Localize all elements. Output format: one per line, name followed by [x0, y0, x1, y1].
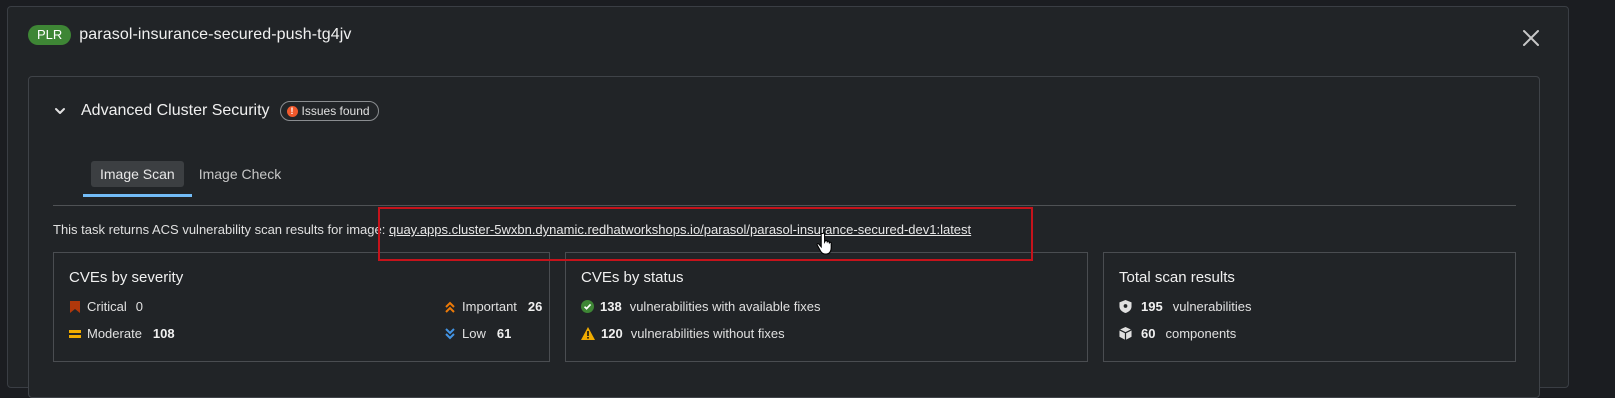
critical-value: 0 — [135, 299, 143, 314]
totals-title: Total scan results — [1119, 269, 1235, 286]
important-value: 26 — [527, 299, 543, 314]
low-label: Low — [462, 326, 486, 341]
highlight-annotation — [378, 207, 1033, 261]
section-header: Advanced Cluster Security ! Issues found — [53, 101, 379, 121]
severity-title: CVEs by severity — [69, 269, 184, 286]
components-label: components — [1165, 326, 1237, 341]
scan-tabs: Image Scan Image Check — [83, 161, 290, 197]
fixable-value: 138 — [600, 299, 622, 314]
moderate-row: Moderate 108 — [69, 326, 175, 341]
unfixable-value: 120 — [601, 326, 623, 341]
shield-icon — [1119, 300, 1132, 313]
section-title: Advanced Cluster Security — [81, 102, 270, 119]
hand-pointer-icon — [816, 232, 832, 255]
tab-image-check[interactable]: Image Check — [190, 161, 290, 187]
plr-badge: PLR — [28, 25, 72, 45]
status-card: CVEs by status 138 vulnerabilities with … — [565, 252, 1088, 362]
issues-found-badge: ! Issues found — [279, 101, 379, 121]
tab-image-scan[interactable]: Image Scan — [83, 161, 192, 197]
moderate-icon — [69, 329, 81, 338]
important-label: Important — [462, 299, 517, 314]
fixable-label: vulnerabilities with available fixes — [629, 299, 821, 314]
unfixable-label: vulnerabilities without fixes — [630, 326, 785, 341]
important-icon — [445, 301, 455, 313]
exclamation-circle-icon: ! — [286, 105, 298, 117]
close-icon[interactable] — [1520, 27, 1542, 49]
severity-card: CVEs by severity Critical 0 Important 26 — [53, 252, 550, 362]
vuln-total-label: vulnerabilities — [1172, 299, 1252, 314]
issues-found-label: Issues found — [301, 104, 370, 118]
important-row: Important 26 — [444, 299, 542, 314]
check-circle-icon — [581, 300, 594, 313]
low-row: Low 61 — [444, 326, 511, 341]
critical-icon — [70, 300, 80, 313]
critical-row: Critical 0 — [69, 299, 143, 314]
components-value: 60 — [1141, 326, 1156, 341]
fixable-row: 138 vulnerabilities with available fixes — [581, 299, 820, 314]
acs-card: Advanced Cluster Security ! Issues found… — [28, 76, 1540, 398]
critical-label: Critical — [87, 299, 127, 314]
unfixable-row: 120 vulnerabilities without fixes — [581, 326, 785, 341]
totals-card: Total scan results 195 vulnerabilities 6… — [1103, 252, 1516, 362]
intro-text: This task returns ACS vulnerability scan… — [53, 222, 386, 237]
modal-header: PLR parasol-insurance-secured-push-tg4jv — [28, 25, 351, 45]
components-row: 60 components — [1119, 326, 1236, 341]
warning-triangle-icon — [581, 327, 595, 340]
modal-title: parasol-insurance-secured-push-tg4jv — [79, 26, 352, 43]
low-value: 61 — [496, 326, 512, 341]
chevron-down-icon[interactable] — [53, 104, 67, 118]
low-icon — [445, 327, 455, 339]
moderate-label: Moderate — [87, 326, 142, 341]
status-title: CVEs by status — [581, 269, 684, 286]
vuln-total-row: 195 vulnerabilities — [1119, 299, 1251, 314]
cube-icon — [1119, 327, 1132, 340]
moderate-value: 108 — [152, 326, 175, 341]
vuln-total-value: 195 — [1141, 299, 1163, 314]
tab-divider — [53, 205, 1516, 206]
plr-modal: PLR parasol-insurance-secured-push-tg4jv… — [7, 6, 1569, 398]
